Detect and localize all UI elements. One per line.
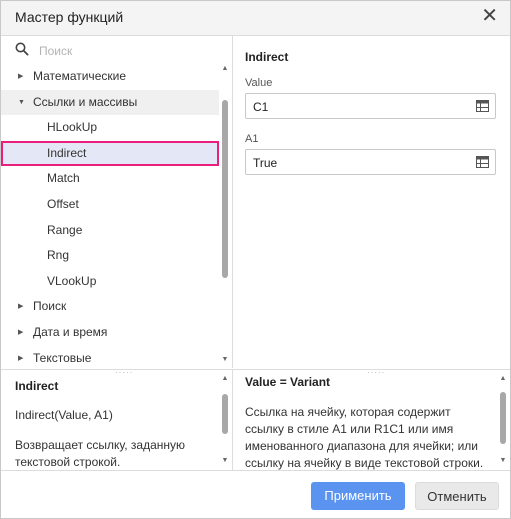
tree-category-label: Математические xyxy=(33,69,126,83)
tree-category-label: Текстовые xyxy=(33,350,92,365)
tree-category-label: Поиск xyxy=(33,299,67,314)
scroll-up-icon[interactable]: ▲ xyxy=(220,374,230,384)
function-tree: ▶ Математические ▼ Ссылки и массивы HLoo… xyxy=(1,64,219,371)
arguments-pane: Indirect Value C1 A1 True xyxy=(233,36,510,368)
parameter-description-text: Ссылка на ячейку, которая содержит ссылк… xyxy=(245,405,484,470)
scroll-down-icon[interactable]: ▼ xyxy=(220,456,230,466)
collapse-arrow-icon[interactable]: ▼ xyxy=(18,90,25,116)
cancel-button[interactable]: Отменить xyxy=(415,482,499,510)
parameter-description-pane: Value = Variant Ссылка на ячейку, котора… xyxy=(233,370,510,470)
arg-label-value: Value xyxy=(245,77,273,89)
function-description-text: Возвращает ссылку, заданную текстовой ст… xyxy=(15,438,186,469)
function-signature: Indirect(Value, A1) xyxy=(15,408,113,422)
tree-function-item[interactable]: Match xyxy=(1,166,219,192)
tree-function-item[interactable]: Offset xyxy=(1,192,219,218)
function-name: Indirect xyxy=(245,50,289,64)
close-icon[interactable]: ✕ xyxy=(481,6,498,26)
function-description-pane: Indirect Indirect(Value, A1) Возвращает … xyxy=(1,370,233,470)
dialog-title: Мастер функций xyxy=(15,9,124,25)
arg-value-text: True xyxy=(253,156,278,170)
scroll-up-icon[interactable]: ▲ xyxy=(498,374,508,384)
scrollbar-thumb[interactable] xyxy=(222,100,228,278)
dialog-footer: Применить Отменить xyxy=(1,470,510,518)
description-function-name: Indirect xyxy=(15,379,59,393)
arg-label-a1: A1 xyxy=(245,133,259,145)
search-icon xyxy=(15,42,29,56)
apply-button[interactable]: Применить xyxy=(311,482,405,510)
parameter-title: Value = Variant xyxy=(245,375,331,389)
description-area: Indirect Indirect(Value, A1) Возвращает … xyxy=(1,369,510,471)
scroll-down-icon[interactable]: ▼ xyxy=(220,355,230,365)
function-list-scrollbar[interactable]: ▲ ▼ xyxy=(220,64,230,365)
search-input[interactable] xyxy=(37,40,211,62)
expand-arrow-icon[interactable]: ▶ xyxy=(18,294,23,320)
tree-function-item[interactable]: Rng xyxy=(1,243,219,269)
range-select-icon[interactable] xyxy=(476,100,489,112)
scrollbar-thumb[interactable] xyxy=(222,394,228,434)
expand-arrow-icon[interactable]: ▶ xyxy=(18,320,23,346)
tree-function-item-selected[interactable]: Indirect xyxy=(1,140,219,167)
tree-function-item[interactable]: HLookUp xyxy=(1,115,219,141)
arg-input-value[interactable]: C1 xyxy=(245,93,496,119)
tree-function-item[interactable]: VLookUp xyxy=(1,269,219,295)
scroll-up-icon[interactable]: ▲ xyxy=(220,64,230,74)
arg-value-text: C1 xyxy=(253,100,269,114)
tree-category-label: Ссылки и массивы xyxy=(33,94,138,109)
function-list-pane: ▶ Математические ▼ Ссылки и массивы HLoo… xyxy=(1,36,233,368)
description-scrollbar[interactable]: ▲ ▼ xyxy=(220,374,230,466)
scroll-down-icon[interactable]: ▼ xyxy=(498,456,508,466)
arg-input-a1[interactable]: True xyxy=(245,149,496,175)
range-select-icon[interactable] xyxy=(476,156,489,168)
tree-category-references[interactable]: ▼ Ссылки и массивы xyxy=(1,89,219,116)
scrollbar-thumb[interactable] xyxy=(500,392,506,444)
function-wizard-dialog: Мастер функций ✕ ▶ Математические ▼ Ссыл… xyxy=(0,0,511,519)
search-row xyxy=(1,36,232,64)
tree-category-label: Дата и время xyxy=(33,324,108,339)
tree-category-search[interactable]: ▶ Поиск xyxy=(1,294,219,320)
tree-category-text[interactable]: ▶ Текстовые xyxy=(1,346,219,372)
expand-arrow-icon[interactable]: ▶ xyxy=(18,64,23,90)
title-bar: Мастер функций ✕ xyxy=(1,1,510,36)
tree-function-item[interactable]: Range xyxy=(1,218,219,244)
tree-category-datetime[interactable]: ▶ Дата и время xyxy=(1,320,219,346)
expand-arrow-icon[interactable]: ▶ xyxy=(18,346,23,372)
tree-category-math[interactable]: ▶ Математические xyxy=(1,64,219,90)
parameter-scrollbar[interactable]: ▲ ▼ xyxy=(498,374,508,466)
